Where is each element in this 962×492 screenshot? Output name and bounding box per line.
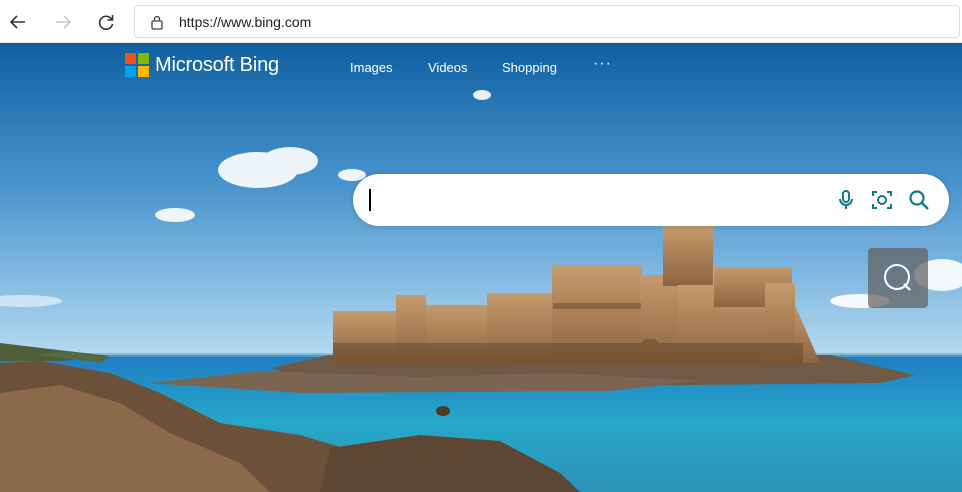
microsoft-logo-icon	[125, 53, 149, 77]
reload-icon	[98, 15, 114, 31]
forward-button[interactable]	[49, 8, 77, 36]
nav-link-videos[interactable]: Videos	[428, 60, 468, 75]
nav-link-shopping[interactable]: Shopping	[502, 60, 557, 75]
background-photo	[0, 43, 962, 492]
url-text: https://www.bing.com	[179, 14, 312, 30]
nav-link-images[interactable]: Images	[350, 60, 393, 75]
logo-square-red	[125, 53, 136, 64]
search-icon[interactable]	[907, 188, 931, 212]
search-box[interactable]	[353, 174, 949, 226]
lock-icon	[151, 15, 163, 30]
logo-square-yellow	[138, 66, 149, 77]
logo-square-green	[138, 53, 149, 64]
back-arrow-icon	[9, 15, 25, 29]
logo-square-blue	[125, 66, 136, 77]
microsoft-bing-logo[interactable]: Microsoft Bing	[125, 53, 279, 77]
chat-search-button[interactable]	[868, 248, 928, 308]
chat-search-icon	[884, 264, 911, 291]
bing-homepage: Microsoft Bing Images Videos Shopping ··…	[0, 43, 962, 492]
microphone-icon[interactable]	[834, 188, 858, 212]
reload-button[interactable]	[92, 8, 120, 36]
address-bar[interactable]: https://www.bing.com	[134, 5, 960, 38]
back-button[interactable]	[4, 8, 32, 36]
browser-toolbar: https://www.bing.com	[0, 0, 962, 43]
text-cursor	[369, 189, 371, 211]
logo-text: Microsoft Bing	[155, 53, 279, 76]
forward-arrow-icon	[56, 15, 72, 29]
visual-search-icon[interactable]	[870, 188, 894, 212]
more-menu-button[interactable]: ···	[593, 55, 612, 73]
top-navigation: Microsoft Bing Images Videos Shopping ··…	[0, 43, 962, 93]
